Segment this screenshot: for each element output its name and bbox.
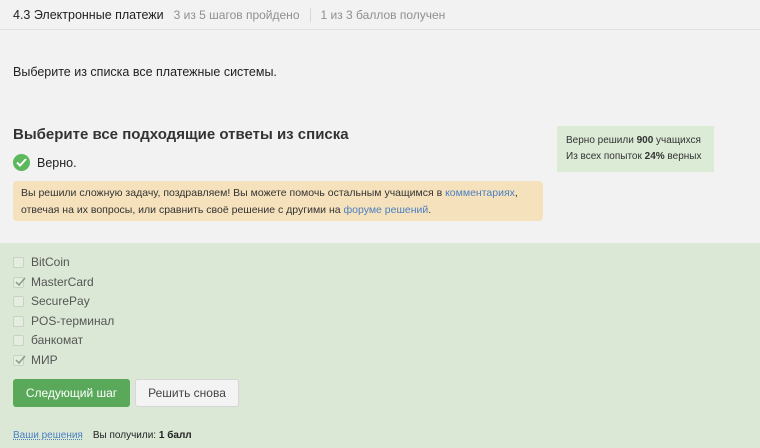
option-label: BitCoin — [31, 255, 70, 269]
option-mastercard[interactable]: MasterCard — [13, 275, 94, 289]
checkbox-unchecked[interactable] — [13, 256, 24, 268]
checkbox-checked[interactable] — [13, 276, 26, 288]
lesson-header: 4.3 Электронные платежи 3 из 5 шагов про… — [0, 0, 760, 30]
verdict: Верно. — [13, 154, 77, 171]
comments-link[interactable]: комментариях — [445, 187, 515, 199]
option-atm[interactable]: банкомат — [13, 333, 83, 347]
question-text: Выберите из списка все платежные системы… — [13, 65, 277, 79]
verdict-text: Верно. — [37, 155, 77, 170]
option-label: MasterCard — [31, 275, 94, 289]
lesson-title[interactable]: 4.3 Электронные платежи — [13, 8, 164, 22]
your-solutions-link[interactable]: Ваши решения — [13, 430, 83, 441]
option-label: POS-терминал — [31, 314, 115, 328]
option-label: SecurePay — [31, 294, 90, 308]
option-label: МИР — [31, 353, 58, 367]
checkbox-unchecked[interactable] — [13, 334, 24, 346]
solutions-forum-link[interactable]: форуме решений — [344, 204, 429, 216]
option-label: банкомат — [31, 333, 84, 347]
checkmark-icon — [15, 355, 26, 364]
retry-button[interactable]: Решить снова — [135, 379, 239, 407]
checkmark-icon — [15, 277, 26, 286]
option-mir[interactable]: МИР — [13, 353, 58, 367]
answers-panel — [0, 243, 760, 448]
notice-text-1: Вы решили сложную задачу, поздравляем! В… — [21, 187, 446, 199]
quiz-heading: Выберите все подходящие ответы из списка — [13, 126, 349, 143]
stats-box: Верно решили 900 учащихся Из всех попыто… — [557, 126, 714, 172]
congrats-notice: Вы решили сложную задачу, поздравляем! В… — [13, 181, 543, 221]
checkbox-checked[interactable] — [13, 354, 26, 366]
correct-check-icon — [13, 154, 30, 171]
points-progress: 1 из 3 баллов получен — [320, 7, 446, 22]
score-text: Вы получили: 1 балл — [92, 430, 192, 441]
option-bitcoin[interactable]: BitCoin — [13, 255, 70, 269]
stats-solved: Верно решили 900 учащихся — [566, 135, 701, 146]
header-divider — [309, 7, 311, 22]
stats-percent: Из всех попыток 24% верных — [566, 151, 702, 162]
notice-text-3: . — [428, 204, 432, 216]
checkbox-unchecked[interactable] — [13, 315, 24, 327]
checkbox-unchecked[interactable] — [13, 295, 24, 307]
steps-progress: 3 из 5 шагов пройдено — [173, 7, 300, 22]
option-pos-terminal[interactable]: POS-терминал — [13, 314, 114, 328]
next-step-button[interactable]: Следующий шаг — [13, 379, 130, 407]
result-footer: Ваши решения Вы получили: 1 балл — [13, 430, 192, 441]
option-securepay[interactable]: SecurePay — [13, 294, 90, 308]
